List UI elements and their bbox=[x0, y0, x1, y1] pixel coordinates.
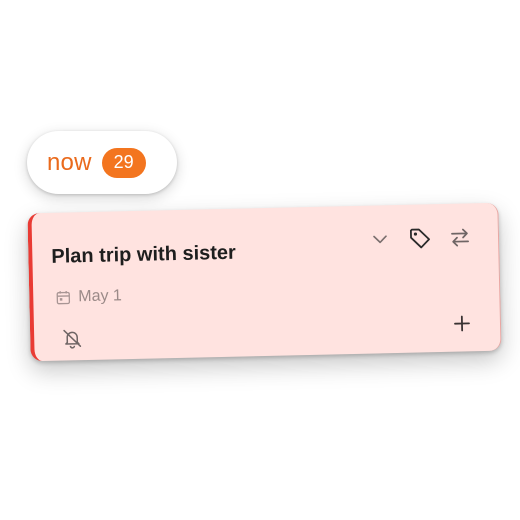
due-date-label: May 1 bbox=[78, 287, 123, 306]
swap-arrows-icon[interactable] bbox=[446, 223, 475, 252]
add-subtask-button[interactable] bbox=[448, 309, 477, 338]
calendar-icon bbox=[56, 290, 71, 305]
due-date[interactable]: May 1 bbox=[55, 287, 122, 307]
task-actions bbox=[354, 223, 475, 254]
task-title[interactable]: Plan trip with sister bbox=[51, 242, 236, 269]
chevron-down-icon[interactable] bbox=[366, 225, 395, 254]
bell-off-icon[interactable] bbox=[58, 324, 87, 353]
tag-icon[interactable] bbox=[406, 224, 435, 253]
task-card[interactable]: Plan trip with sister May 1 bbox=[27, 202, 502, 362]
task-count-badge: 29 bbox=[101, 147, 146, 178]
plus-icon bbox=[454, 315, 470, 332]
now-filter-label: now bbox=[47, 148, 92, 176]
now-filter-pill[interactable]: now 29 bbox=[27, 131, 177, 194]
